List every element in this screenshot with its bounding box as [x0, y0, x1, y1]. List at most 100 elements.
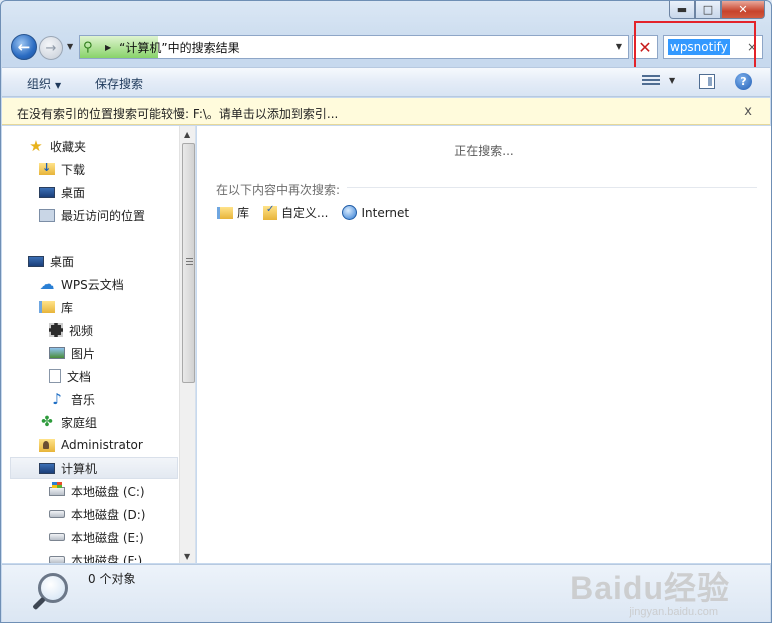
search-again-locations: 库 自定义... Internet — [217, 204, 423, 221]
breadcrumb-path[interactable]: “计算机”中的搜索结果 — [119, 39, 239, 56]
nav-drive-f[interactable]: 本地磁盘 (F:) — [49, 549, 142, 563]
download-folder-icon — [39, 161, 55, 175]
organize-label: 组织 — [27, 77, 52, 91]
magnifier-icon — [30, 571, 72, 617]
forward-button[interactable]: → — [39, 36, 63, 60]
nav-pictures[interactable]: 图片 — [49, 342, 95, 364]
nav-wps-cloud-label: WPS云文档 — [61, 277, 124, 292]
help-icon[interactable]: ? — [735, 73, 752, 90]
nav-drive-e[interactable]: 本地磁盘 (E:) — [49, 526, 144, 548]
nav-drive-c[interactable]: 本地磁盘 (C:) — [49, 480, 145, 502]
organize-menu[interactable]: 组织 ▼ — [27, 75, 61, 92]
address-bar[interactable]: ⚲ ▶ “计算机”中的搜索结果 ▼ — [79, 35, 629, 59]
document-icon — [49, 369, 61, 383]
nav-downloads-label: 下载 — [61, 162, 86, 177]
video-icon — [49, 323, 63, 337]
desktop-icon — [39, 186, 55, 198]
recent-pages-dropdown[interactable]: ▼ — [67, 42, 73, 51]
scroll-grip-icon — [186, 258, 193, 267]
computer-icon — [39, 462, 55, 474]
nav-administrator[interactable]: Administrator — [39, 434, 143, 456]
caption-buttons: ▬ □ ✕ — [669, 1, 765, 19]
scroll-down-icon[interactable]: ▼ — [184, 552, 190, 561]
nav-favorites[interactable]: ★ 收藏夹 — [28, 135, 86, 157]
close-button[interactable]: ✕ — [721, 1, 765, 19]
results-pane: 正在搜索... 在以下内容中再次搜索: 库 自定义... Internet — [197, 126, 771, 563]
nav-pictures-label: 图片 — [71, 346, 96, 361]
back-button[interactable]: ← — [11, 34, 37, 60]
save-search-button[interactable]: 保存搜索 — [95, 75, 143, 92]
nav-recent-label: 最近访问的位置 — [61, 208, 146, 223]
address-dropdown-icon[interactable]: ▼ — [616, 42, 622, 51]
nav-drive-f-label: 本地磁盘 (F:) — [71, 553, 143, 564]
search-again-libraries[interactable]: 库 — [217, 204, 249, 221]
location-label: 自定义... — [281, 206, 329, 220]
scroll-up-icon[interactable]: ▲ — [184, 130, 190, 139]
nav-documents[interactable]: 文档 — [49, 365, 91, 387]
chevron-down-icon: ▼ — [55, 81, 62, 90]
library-icon — [39, 301, 55, 313]
drive-icon — [49, 533, 65, 541]
nav-homegroup-label: 家庭组 — [61, 415, 98, 430]
nav-drive-d-label: 本地磁盘 (D:) — [71, 507, 146, 522]
views-dropdown-icon[interactable]: ▼ — [669, 76, 675, 85]
views-icon[interactable] — [642, 73, 660, 89]
nav-libraries[interactable]: 库 — [39, 296, 73, 318]
nav-music[interactable]: ♪ 音乐 — [49, 388, 95, 410]
nav-videos[interactable]: 视频 — [49, 319, 93, 341]
user-folder-icon — [39, 438, 55, 452]
back-arrow-icon: ← — [17, 38, 31, 56]
location-label: 库 — [237, 206, 250, 220]
maximize-button[interactable]: □ — [695, 1, 721, 19]
annotation-highlight-box — [634, 21, 756, 69]
info-close-icon[interactable]: x — [744, 104, 752, 119]
nav-wps-cloud[interactable]: ☁ WPS云文档 — [39, 273, 124, 295]
index-warning-bar[interactable]: 在没有索引的位置搜索可能较慢: F:\。请单击以添加到索引... x — [2, 98, 770, 125]
location-label: Internet — [361, 205, 410, 220]
nav-documents-label: 文档 — [67, 369, 92, 384]
search-again-custom[interactable]: 自定义... — [263, 204, 328, 221]
drive-icon — [49, 510, 65, 518]
nav-downloads[interactable]: 下载 — [39, 158, 85, 180]
explorer-window: ▬ □ ✕ ← → ▼ ⚲ ▶ “计算机”中的搜索结果 ▼ ✕ wpsnotif… — [0, 0, 772, 623]
watermark-logo: Baidu经验 — [570, 570, 730, 606]
nav-desktop-label: 桌面 — [50, 254, 75, 269]
nav-libraries-label: 库 — [61, 300, 74, 315]
watermark-url: jingyan.baidu.com — [629, 606, 718, 618]
nav-music-label: 音乐 — [71, 392, 96, 407]
internet-icon — [342, 205, 358, 220]
nav-desktop[interactable]: 桌面 — [28, 250, 74, 272]
nav-scrollbar[interactable]: ▲ ▼ — [179, 126, 195, 563]
navigation-pane: ★ 收藏夹 下载 桌面 最近访问的位置 桌面 ☁ WPS云文档 库 视频 图片 文档… — [2, 126, 196, 563]
nav-drive-e-label: 本地磁盘 (E:) — [71, 530, 144, 545]
item-count: 0 个对象 — [88, 572, 136, 586]
nav-desktop-favorite-label: 桌面 — [61, 185, 86, 200]
nav-administrator-label: Administrator — [61, 438, 143, 452]
music-icon: ♪ — [52, 390, 62, 408]
nav-recent-places[interactable]: 最近访问的位置 — [39, 204, 145, 226]
search-again-internet[interactable]: Internet — [342, 205, 409, 220]
index-warning-text[interactable]: 在没有索引的位置搜索可能较慢: F:\。请单击以添加到索引... — [17, 105, 338, 122]
command-bar: 组织 ▼ 保存搜索 ▼ ? — [2, 67, 770, 97]
system-drive-icon — [49, 481, 65, 496]
cloud-icon: ☁ — [39, 275, 55, 293]
homegroup-icon: ✤ — [41, 414, 53, 430]
drive-icon — [49, 556, 65, 563]
star-icon: ★ — [29, 137, 43, 155]
preview-pane-icon[interactable] — [699, 74, 715, 89]
library-icon — [217, 206, 233, 219]
picture-icon — [49, 347, 65, 359]
nav-homegroup[interactable]: ✤ 家庭组 — [39, 411, 97, 433]
desktop-icon — [28, 255, 44, 267]
nav-videos-label: 视频 — [69, 323, 94, 338]
recent-places-icon — [39, 208, 55, 222]
nav-desktop-favorite[interactable]: 桌面 — [39, 181, 85, 203]
nav-computer-label: 计算机 — [61, 461, 98, 476]
nav-drive-d[interactable]: 本地磁盘 (D:) — [49, 503, 145, 525]
search-icon: ⚲ — [83, 39, 93, 55]
minimize-button[interactable]: ▬ — [669, 1, 695, 19]
custom-folder-icon — [263, 204, 278, 220]
nav-computer[interactable]: 计算机 — [10, 457, 178, 479]
searching-status: 正在搜索... — [454, 144, 514, 158]
breadcrumb-separator-icon[interactable]: ▶ — [105, 43, 111, 52]
